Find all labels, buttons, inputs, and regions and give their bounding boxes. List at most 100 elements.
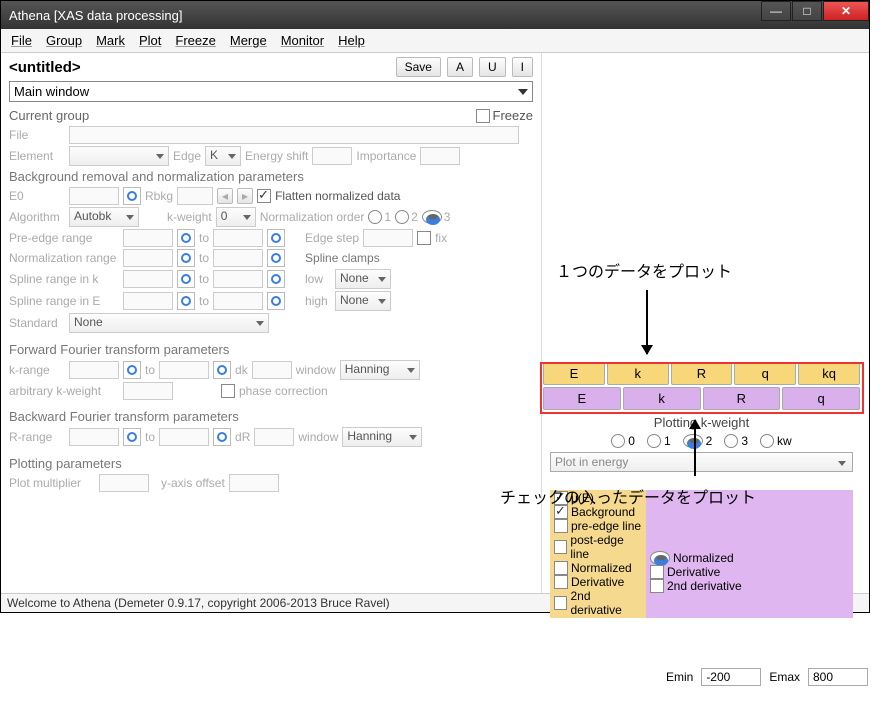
opt-deriv-b-checkbox[interactable] [650, 565, 664, 579]
target-icon[interactable] [123, 428, 141, 446]
krange-label: k-range [9, 363, 65, 377]
opt-2deriv-checkbox[interactable] [554, 596, 567, 610]
freeze-checkbox[interactable] [476, 109, 490, 123]
e0-input[interactable] [69, 187, 119, 205]
splinee-from-input[interactable] [123, 292, 173, 310]
file-input[interactable] [69, 126, 519, 144]
yoff-input[interactable] [229, 474, 279, 492]
target-icon[interactable] [267, 229, 285, 247]
plot-mode-select[interactable]: Plot in energy [550, 452, 853, 472]
preedge-to-input[interactable] [213, 229, 263, 247]
importance-input[interactable] [420, 147, 460, 165]
normorder-1-radio[interactable] [368, 210, 382, 224]
target-icon[interactable] [213, 428, 231, 446]
yoff-label: y-axis offset [161, 476, 225, 490]
dr-input[interactable] [254, 428, 294, 446]
maximize-button[interactable]: □ [792, 1, 822, 21]
target-icon[interactable] [267, 249, 285, 267]
fix-checkbox[interactable] [417, 231, 431, 245]
rrange-from-input[interactable] [69, 428, 119, 446]
i-button[interactable]: I [512, 57, 533, 77]
plotmult-label: Plot multiplier [9, 476, 95, 490]
menu-merge[interactable]: Merge [226, 31, 271, 50]
save-button[interactable]: Save [396, 57, 441, 77]
opt-deriv-checkbox[interactable] [554, 575, 568, 589]
target-icon[interactable] [267, 270, 285, 288]
kw-3-radio[interactable] [724, 434, 738, 448]
kw-kw-radio[interactable] [760, 434, 774, 448]
a-button[interactable]: A [447, 57, 473, 77]
e0-target-icon[interactable] [123, 187, 141, 205]
fft-window-select[interactable]: Hanning [340, 360, 420, 380]
arbkw-input[interactable] [123, 382, 173, 400]
emax-input[interactable] [808, 668, 868, 686]
element-label: Element [9, 149, 65, 163]
clamp-high-select[interactable]: None [335, 291, 391, 311]
normorder-3-radio[interactable] [422, 210, 442, 224]
eshift-input[interactable] [312, 147, 352, 165]
right-arrow-button[interactable]: ▸ [237, 188, 253, 204]
standard-select[interactable]: None [69, 313, 269, 333]
annotation-multi: チェックの入ったデータをプロット [500, 484, 756, 508]
minimize-button[interactable]: — [761, 1, 791, 21]
opt-norm-checkbox[interactable] [554, 561, 568, 575]
e0-label: E0 [9, 189, 65, 203]
emin-input[interactable] [701, 668, 761, 686]
phase-checkbox[interactable] [221, 384, 235, 398]
menu-mark[interactable]: Mark [92, 31, 129, 50]
target-icon[interactable] [123, 361, 141, 379]
opt-preedge-checkbox[interactable] [554, 519, 568, 533]
bft-window-select[interactable]: Hanning [342, 427, 422, 447]
splinee-to-input[interactable] [213, 292, 263, 310]
standard-label: Standard [9, 316, 65, 330]
flatten-checkbox[interactable] [257, 189, 271, 203]
rrange-to-input[interactable] [159, 428, 209, 446]
preedge-from-input[interactable] [123, 229, 173, 247]
dk-input[interactable] [252, 361, 292, 379]
left-arrow-button[interactable]: ◂ [217, 188, 233, 204]
normorder-2-radio[interactable] [395, 210, 409, 224]
target-icon[interactable] [177, 249, 195, 267]
menu-freeze[interactable]: Freeze [171, 31, 219, 50]
splinek-to-input[interactable] [213, 270, 263, 288]
edge-select[interactable]: K [205, 146, 241, 166]
view-selector[interactable]: Main window [9, 81, 533, 102]
kw-0-radio[interactable] [611, 434, 625, 448]
menubar: File Group Mark Plot Freeze Merge Monito… [1, 29, 869, 53]
menu-monitor[interactable]: Monitor [277, 31, 328, 50]
krange-to-input[interactable] [159, 361, 209, 379]
close-button[interactable]: ✕ [823, 1, 869, 21]
splineclamps-label: Spline clamps [305, 251, 380, 265]
opt-norm-radio[interactable] [650, 551, 670, 565]
algorithm-select[interactable]: Autobk [69, 207, 139, 227]
clamp-low-select[interactable]: None [335, 269, 391, 289]
menu-help[interactable]: Help [334, 31, 369, 50]
target-icon[interactable] [177, 292, 195, 310]
kw-1-radio[interactable] [647, 434, 661, 448]
target-icon[interactable] [177, 270, 195, 288]
u-button[interactable]: U [479, 57, 506, 77]
normrange-to-input[interactable] [213, 249, 263, 267]
plotmult-input[interactable] [99, 474, 149, 492]
opt-postedge-checkbox[interactable] [554, 540, 567, 554]
rbkg-input[interactable] [177, 187, 213, 205]
normrange-label: Normalization range [9, 251, 119, 265]
krange-from-input[interactable] [69, 361, 119, 379]
kweight-select[interactable]: 0 [216, 207, 256, 227]
menu-file[interactable]: File [7, 31, 36, 50]
menu-group[interactable]: Group [42, 31, 86, 50]
target-icon[interactable] [267, 292, 285, 310]
target-icon[interactable] [213, 361, 231, 379]
arbkw-label: arbitrary k-weight [9, 384, 119, 398]
kw-2-radio[interactable] [683, 434, 703, 448]
annotation-redbox [540, 362, 864, 414]
splinee-label: Spline range in E [9, 294, 119, 308]
opt-2deriv-b-checkbox[interactable] [650, 579, 664, 593]
annotation-arrow-single [646, 290, 648, 354]
normrange-from-input[interactable] [123, 249, 173, 267]
splinek-from-input[interactable] [123, 270, 173, 288]
target-icon[interactable] [177, 229, 195, 247]
edgestep-input[interactable] [363, 229, 413, 247]
element-select[interactable] [69, 146, 169, 166]
menu-plot[interactable]: Plot [135, 31, 165, 50]
